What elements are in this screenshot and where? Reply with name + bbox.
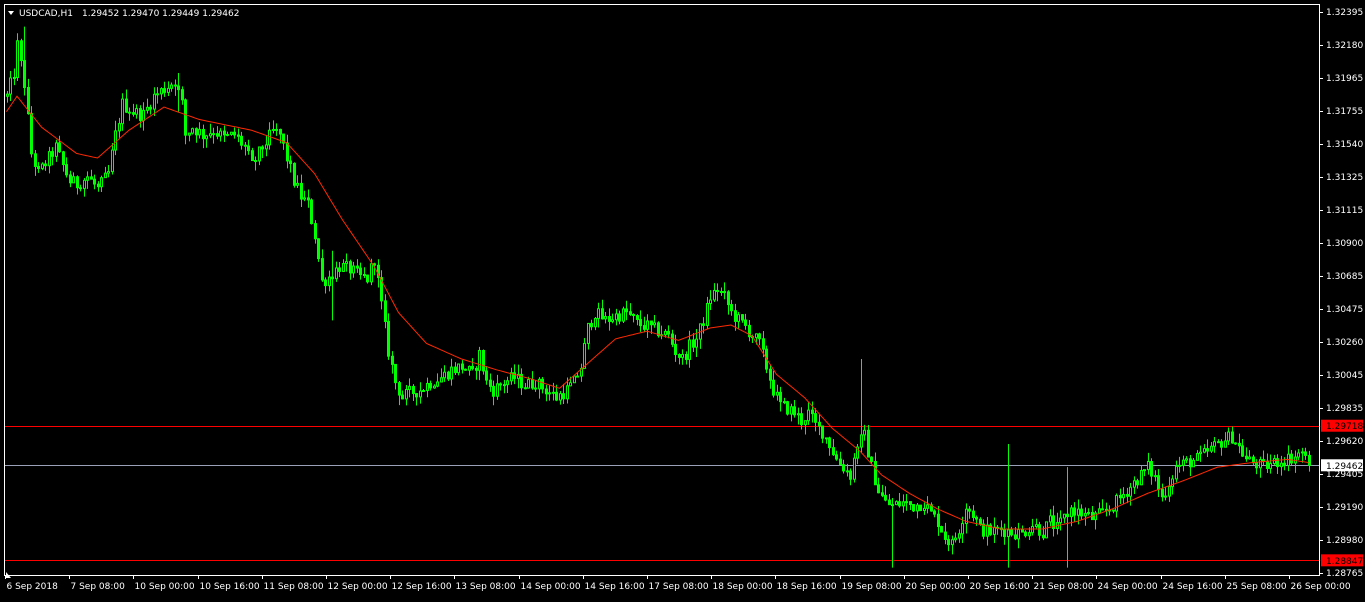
- x-tick-label: 14 Sep 00:00: [521, 582, 581, 592]
- x-tick-label: 24 Sep 16:00: [1163, 582, 1223, 592]
- x-tick-label: 26 Sep 00:00: [1291, 582, 1351, 592]
- candle: [1045, 521, 1048, 539]
- chart-canvas[interactable]: 1.32395 1.32180 1.31965 1.31755 1.31540 1.313…: [0, 0, 1365, 598]
- candle: [989, 523, 992, 536]
- y-tick-label: 1.29620: [1326, 437, 1363, 447]
- candle: [366, 274, 369, 284]
- candle: [447, 370, 450, 382]
- chart-ohlc: 1.29452 1.29470 1.29449 1.29462: [82, 9, 239, 19]
- y-tick-label: 1.32180: [1326, 41, 1363, 51]
- y-tick-label: 1.31325: [1326, 173, 1363, 183]
- y-tick-label: 1.30260: [1326, 338, 1363, 348]
- y-tick-label: 1.31965: [1326, 74, 1363, 84]
- x-tick-label: 20 Sep 16:00: [970, 582, 1030, 592]
- y-tick-label: 1.30475: [1326, 305, 1363, 315]
- candle: [940, 525, 943, 533]
- x-tick-label: 11 Sep 08:00: [264, 582, 324, 592]
- x-tick-label: 7 Sep 08:00: [71, 582, 126, 592]
- x-tick-label: 20 Sep 00:00: [906, 582, 966, 592]
- bid-price-tag: 1.29462: [1321, 459, 1363, 472]
- y-tick-label: 1.31540: [1326, 140, 1363, 150]
- x-tick-label: 13 Sep 08:00: [456, 582, 516, 592]
- y-tick-label: 1.30045: [1326, 371, 1363, 381]
- chart-symbol: USDCAD,H1: [19, 9, 73, 19]
- svg-text:1.29462: 1.29462: [1326, 462, 1363, 472]
- y-tick-label: 1.28765: [1326, 569, 1363, 579]
- x-tick-label: 6 Sep 2018: [7, 582, 59, 592]
- svg-text:1.29718: 1.29718: [1326, 422, 1363, 432]
- price-tag-2: 1.28847: [1321, 554, 1363, 567]
- candle: [867, 424, 870, 458]
- price-tag-1: 1.29718: [1321, 419, 1363, 432]
- x-tick-label: 10 Sep 00:00: [135, 582, 195, 592]
- y-tick-label: 1.32395: [1326, 8, 1363, 18]
- svg-text:1.28847: 1.28847: [1326, 557, 1363, 567]
- x-tick-label: 25 Sep 08:00: [1227, 582, 1287, 592]
- y-tick-label: 1.31755: [1326, 107, 1363, 117]
- chart-background: [0, 0, 1365, 598]
- x-tick-label: 18 Sep 16:00: [777, 582, 837, 592]
- candle: [293, 162, 296, 188]
- candle: [464, 368, 467, 371]
- candle: [786, 400, 789, 416]
- candle: [310, 198, 313, 225]
- x-tick-label: 18 Sep 00:00: [713, 582, 773, 592]
- y-tick-label: 1.29835: [1326, 404, 1363, 414]
- y-tick-label: 1.30900: [1326, 239, 1363, 249]
- candle: [912, 503, 915, 512]
- x-tick-label: 12 Sep 16:00: [392, 582, 452, 592]
- x-tick-label: 14 Sep 16:00: [585, 582, 645, 592]
- candle: [622, 306, 625, 323]
- x-tick-label: 12 Sep 00:00: [328, 582, 388, 592]
- x-tick-label: 19 Sep 08:00: [842, 582, 902, 592]
- candle: [16, 33, 19, 81]
- x-tick-label: 24 Sep 00:00: [1098, 582, 1158, 592]
- candle: [482, 349, 485, 375]
- y-tick-label: 1.30685: [1326, 272, 1363, 282]
- price-chart[interactable]: 1.32395 1.32180 1.31965 1.31755 1.31540 1.313…: [0, 0, 1365, 598]
- candle: [919, 504, 922, 512]
- x-tick-label: 21 Sep 08:00: [1034, 582, 1094, 592]
- y-tick-label: 1.31115: [1326, 206, 1363, 216]
- candle: [1234, 442, 1237, 445]
- candle: [191, 127, 194, 135]
- candle: [317, 238, 320, 262]
- x-tick-label: 10 Sep 16:00: [200, 582, 260, 592]
- y-tick-label: 1.29190: [1326, 503, 1363, 513]
- x-tick-label: 17 Sep 08:00: [649, 582, 709, 592]
- y-tick-label: 1.28980: [1326, 536, 1363, 546]
